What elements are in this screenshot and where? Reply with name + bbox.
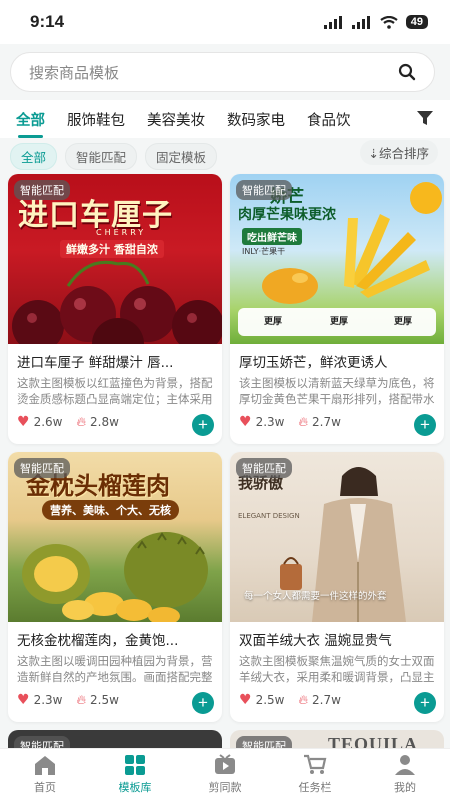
status-bar: 9:14 49 xyxy=(0,0,450,44)
card-stats: ♥ 2.3w 🔥︎ 2.5w xyxy=(8,687,222,708)
add-button[interactable]: + xyxy=(192,692,214,714)
chip-all[interactable]: 全部 xyxy=(10,142,58,170)
home-icon xyxy=(35,756,55,775)
battery-icon: 49 xyxy=(405,15,428,29)
tab-food[interactable]: 食品饮 xyxy=(307,109,351,130)
card-description: 这款主图模板以红蓝撞色为背景，搭配烫金质感标题凸显高端定位；主体采用带水珠的饱满… xyxy=(17,376,213,409)
card-description: 该主图模板以清新蓝天绿草为底色，将厚切金黄色芒果干扇形排列，搭配带水珠的鲜芒果与… xyxy=(239,376,435,409)
cart-icon xyxy=(304,754,327,774)
bottom-nav: 首页 模板库 剪同款 任务栏 我的 xyxy=(0,748,450,800)
card-title: 进口车厘子 鲜甜爆汁 唇... xyxy=(17,355,174,371)
flame-icon: 🔥︎ xyxy=(76,692,87,708)
card-stats: ♥ 2.3w 🔥︎ 2.7w xyxy=(230,409,444,430)
template-icon xyxy=(125,755,145,775)
add-button[interactable]: + xyxy=(414,414,436,436)
card-image: 金枕头榴莲肉 营养、美味、个大、无核 智能匹配 xyxy=(8,452,222,622)
feature-2: 更厚 xyxy=(330,317,349,327)
sort-label: 综合排序 xyxy=(378,146,429,161)
search-bar[interactable]: 搜索商品模板 xyxy=(10,52,435,92)
tab-all[interactable]: 全部 xyxy=(16,109,45,138)
tab-electronics[interactable]: 数码家电 xyxy=(227,109,285,130)
card-description: 这款主图模板聚焦温婉气质的女士双面羊绒大衣，采用柔和暖调背景，凸显主大衣浅卡其色… xyxy=(239,654,435,687)
likes-count: 2.3w xyxy=(33,693,63,707)
card-stats: ♥ 2.6w 🔥︎ 2.8w xyxy=(8,409,222,430)
hot-count: 2.7w xyxy=(312,415,341,429)
wifi-icon xyxy=(380,15,398,29)
nav-label: 剪同款 xyxy=(208,781,242,794)
nav-label: 模板库 xyxy=(118,781,152,794)
heart-icon[interactable]: ♥ xyxy=(17,414,30,430)
template-card[interactable]: 我骄傲 ELEGANT DESIGN 每一个女人都需要一件这样的外套 智能匹配 … xyxy=(230,452,444,722)
template-card[interactable]: 进口车厘子 CHERRY 鲜嫩多汁 香甜自浓 智能匹配 进口车厘子 鲜甜爆汁 唇… xyxy=(8,174,222,444)
tab-beauty[interactable]: 美容美妆 xyxy=(147,109,205,130)
nav-label: 任务栏 xyxy=(298,781,332,794)
card-title: 无核金枕榴莲肉，金黄饱... xyxy=(17,633,179,649)
template-card[interactable]: 金枕头榴莲肉 营养、美味、个大、无核 智能匹配 无核金枕榴莲肉，金黄饱... 这… xyxy=(8,452,222,722)
card-title: 厚切玉娇芒，鲜浓更诱人 xyxy=(239,355,388,371)
heart-icon[interactable]: ♥ xyxy=(239,692,252,708)
template-card[interactable]: 娇芒 肉厚芒果味更浓 吃出鲜芒味 INLY·芒果干 更厚 更厚 更厚 智能匹配 … xyxy=(230,174,444,444)
nav-home[interactable]: 首页 xyxy=(0,749,90,800)
sort-icon: ⇣ xyxy=(368,146,379,161)
hot-count: 2.5w xyxy=(90,693,119,707)
durian-illustration xyxy=(22,532,208,622)
feature-3: 更厚 xyxy=(394,317,413,327)
heart-icon[interactable]: ♥ xyxy=(17,692,30,708)
card-badge: 智能匹配 xyxy=(236,180,292,200)
nav-profile[interactable]: 我的 xyxy=(360,749,450,800)
signal-icon xyxy=(323,15,342,29)
card-title: 双面羊绒大衣 温婉显贵气 xyxy=(239,633,392,649)
tab-apparel[interactable]: 服饰鞋包 xyxy=(67,109,125,130)
likes-count: 2.3w xyxy=(255,415,285,429)
sort-button[interactable]: ⇣综合排序 xyxy=(359,140,438,165)
hot-count: 2.8w xyxy=(90,415,119,429)
card-overlay-sub: CHERRY xyxy=(96,228,147,237)
add-button[interactable]: + xyxy=(192,414,214,436)
heart-icon[interactable]: ♥ xyxy=(239,414,252,430)
card-overlay-tag: 营养、美味、个大、无核 xyxy=(42,500,179,520)
chip-smart-match[interactable]: 智能匹配 xyxy=(65,142,138,170)
nav-label: 首页 xyxy=(34,781,56,794)
video-icon xyxy=(215,754,235,774)
card-image: 娇芒 肉厚芒果味更浓 吃出鲜芒味 INLY·芒果干 更厚 更厚 更厚 智能匹配 xyxy=(230,174,444,344)
nav-template-library[interactable]: 模板库 xyxy=(90,749,180,800)
nav-cut-same[interactable]: 剪同款 xyxy=(180,749,270,800)
nav-label: 我的 xyxy=(394,781,416,794)
status-time: 9:14 xyxy=(30,12,65,31)
filter-icon[interactable] xyxy=(416,109,434,127)
flame-icon: 🔥︎ xyxy=(298,414,309,430)
nav-tasks[interactable]: 任务栏 xyxy=(270,749,360,800)
user-icon xyxy=(395,755,415,775)
card-badge: 智能匹配 xyxy=(14,458,70,478)
flame-icon: 🔥︎ xyxy=(76,414,87,430)
flame-icon: 🔥︎ xyxy=(298,692,309,708)
card-description: 这款主图以暖调田园种植园为背景，营造新鲜自然的产地氛围。画面搭配完整带壳榴莲、剥… xyxy=(17,654,213,687)
add-button[interactable]: + xyxy=(414,692,436,714)
chip-fixed-template[interactable]: 固定模板 xyxy=(145,142,218,170)
filter-chips: 全部 智能匹配 固定模板 ⇣综合排序 xyxy=(0,140,450,172)
hot-count: 2.7w xyxy=(312,693,341,707)
status-icons: 49 xyxy=(323,15,428,29)
card-badge: 智能匹配 xyxy=(236,458,292,478)
search-icon[interactable] xyxy=(398,63,416,81)
card-badge: 智能匹配 xyxy=(14,180,70,200)
card-stats: ♥ 2.5w 🔥︎ 2.7w xyxy=(230,687,444,708)
category-tabs: 全部 服饰鞋包 美容美妆 数码家电 食品饮 xyxy=(0,100,450,138)
likes-count: 2.5w xyxy=(255,693,285,707)
cherry-illustration xyxy=(12,260,222,344)
likes-count: 2.6w xyxy=(33,415,63,429)
card-image: 进口车厘子 CHERRY 鲜嫩多汁 香甜自浓 智能匹配 xyxy=(8,174,222,344)
card-image: 我骄傲 ELEGANT DESIGN 每一个女人都需要一件这样的外套 智能匹配 xyxy=(230,452,444,622)
signal-icon-2 xyxy=(351,15,370,29)
feature-1: 更厚 xyxy=(264,317,283,327)
search-input[interactable]: 搜索商品模板 xyxy=(29,62,398,83)
card-overlay-quote: 每一个女人都需要一件这样的外套 xyxy=(244,591,387,602)
